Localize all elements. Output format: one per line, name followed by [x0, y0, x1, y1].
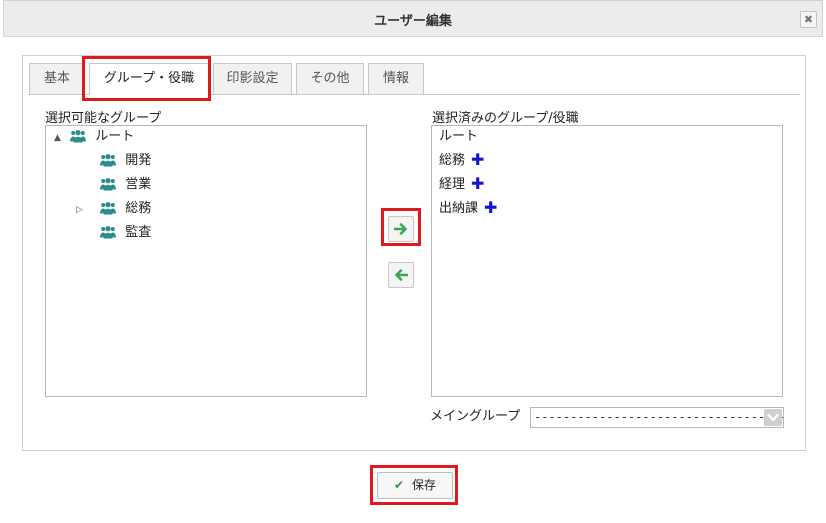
tree-node-audit[interactable]: 監査 — [84, 223, 151, 243]
close-button[interactable]: ✖ — [800, 11, 817, 28]
main-group-label: メイングループ — [430, 409, 521, 424]
selected-item[interactable]: ルート — [439, 127, 478, 147]
users-icon — [100, 178, 117, 191]
dialog-titlebar: ユーザー編集 ✖ — [3, 0, 823, 37]
tree-node-root[interactable]: ▲ ルート — [54, 127, 134, 147]
plus-icon[interactable]: ✚ — [471, 176, 484, 192]
tab-other[interactable]: その他 — [296, 63, 364, 95]
tree-node-label: 監査 — [125, 225, 152, 240]
check-icon: ✔ — [393, 478, 405, 492]
collapse-toggle-icon[interactable]: ▲ — [54, 128, 66, 148]
selected-groups-label: 選択済みのグループ/役職 — [432, 111, 579, 126]
add-to-selected-button[interactable] — [388, 216, 414, 242]
main-group-value: ----------------------------------------… — [534, 410, 783, 424]
users-icon — [100, 154, 117, 167]
main-group-select[interactable]: ----------------------------------------… — [530, 407, 784, 428]
tree-node-general-affairs[interactable]: ▷ 総務 — [76, 199, 151, 219]
tree-node-sales[interactable]: 営業 — [84, 175, 151, 195]
tab-groups-roles[interactable]: グループ・役職 — [89, 63, 209, 95]
users-icon — [70, 130, 87, 143]
selected-item[interactable]: 経理 ✚ — [439, 175, 484, 195]
dialog-panel: 基本 グループ・役職 印影設定 その他 情報 選択可能なグループ ▲ ルート 開… — [22, 55, 806, 451]
chevron-down-icon — [764, 409, 782, 426]
plus-icon[interactable]: ✚ — [471, 152, 484, 168]
arrow-left-icon — [395, 269, 409, 281]
save-button[interactable]: ✔ 保存 — [377, 472, 453, 499]
available-groups-tree[interactable]: ▲ ルート 開発 営業 ▷ 総務 監査 — [45, 125, 367, 397]
tab-seal-settings[interactable]: 印影設定 — [213, 63, 292, 95]
expand-toggle-icon[interactable]: ▷ — [76, 200, 96, 220]
tab-basic[interactable]: 基本 — [29, 63, 85, 95]
selected-groups-list[interactable]: ルート 総務 ✚ 経理 ✚ 出納課 ✚ — [431, 125, 783, 397]
tree-node-label: 開発 — [125, 153, 152, 168]
tree-node-label: 総務 — [125, 201, 152, 216]
close-icon: ✖ — [803, 13, 814, 26]
available-groups-label: 選択可能なグループ — [45, 111, 162, 126]
selected-item[interactable]: 総務 ✚ — [439, 151, 484, 171]
plus-icon[interactable]: ✚ — [484, 200, 497, 216]
selected-item[interactable]: 出納課 ✚ — [439, 199, 497, 219]
dialog-title: ユーザー編集 — [374, 14, 452, 29]
tree-node-dev[interactable]: 開発 — [84, 151, 151, 171]
users-icon — [100, 226, 117, 239]
arrow-right-icon — [393, 223, 407, 235]
tab-info[interactable]: 情報 — [368, 63, 424, 95]
tree-node-label: 営業 — [125, 177, 152, 192]
remove-from-selected-button[interactable] — [388, 262, 414, 288]
users-icon — [100, 202, 117, 215]
tree-node-label: ルート — [95, 129, 135, 144]
save-button-label: 保存 — [412, 478, 437, 492]
